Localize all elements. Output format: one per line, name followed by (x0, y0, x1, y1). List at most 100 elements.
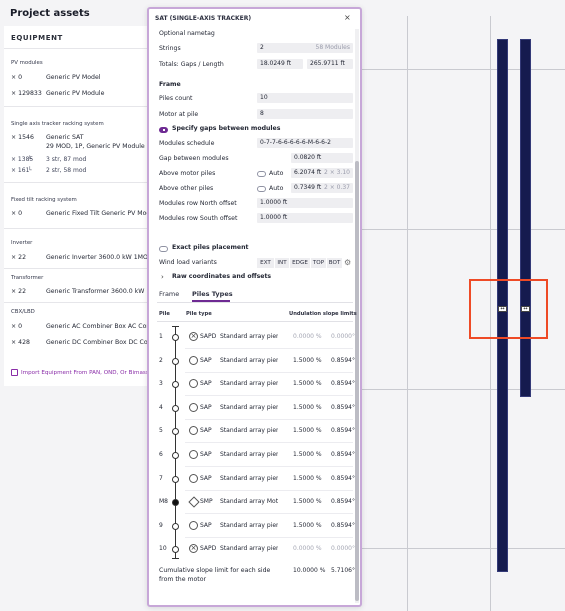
pile-number: 10 (159, 545, 167, 552)
slope-degrees[interactable]: 0.8594° (331, 380, 355, 387)
above-motor-auto-toggle[interactable] (257, 171, 266, 177)
gap-between-modules-input[interactable]: 0.0820 ft (291, 153, 353, 163)
pile-type-icon[interactable] (189, 379, 198, 388)
pile-type-name[interactable]: Standard array pier Da (220, 333, 278, 340)
pile-type-icon[interactable] (189, 403, 198, 412)
slope-percent[interactable]: 1.5000 % (293, 475, 322, 482)
list-item[interactable]: × 129833 Generic PV Module (11, 90, 104, 97)
pile-type-icon[interactable] (189, 521, 198, 530)
motor-pile-marker[interactable] (172, 499, 179, 506)
pile-type-name[interactable]: Standard array pier (220, 404, 278, 411)
pile-type-icon[interactable] (189, 356, 198, 365)
pile-marker[interactable] (172, 381, 179, 388)
motor-pile-type-icon[interactable] (189, 497, 198, 506)
scrollbar-thumb[interactable] (355, 161, 359, 601)
pile-marker[interactable] (172, 546, 179, 553)
pile-type-name[interactable]: Standard array pier (220, 427, 278, 434)
slope-degrees[interactable]: 0.0000° (331, 545, 355, 552)
north-offset-input[interactable]: 1.0000 ft (257, 198, 353, 208)
damper-pile-type-icon[interactable]: × (189, 332, 198, 341)
slope-percent[interactable]: 1.5000 % (293, 427, 322, 434)
pile-marker[interactable] (172, 358, 179, 365)
slope-percent[interactable]: 1.5000 % (293, 498, 322, 505)
list-item[interactable]: × 0 Generic PV Model (11, 74, 100, 81)
pile-type-name[interactable]: Standard array Motor p (220, 498, 278, 505)
slope-degrees[interactable]: 0.8594° (331, 427, 355, 434)
exact-piles-toggle[interactable] (159, 246, 168, 252)
slope-degrees[interactable]: 0.8594° (331, 357, 355, 364)
slope-degrees[interactable]: 0.8594° (331, 522, 355, 529)
pile-marker[interactable] (172, 476, 179, 483)
slope-percent[interactable]: 1.5000 % (293, 380, 322, 387)
divider (4, 302, 154, 303)
gear-icon[interactable]: ⚙ (344, 258, 351, 267)
pile-type-name[interactable]: Standard array pier (220, 475, 278, 482)
optional-nametag-label[interactable]: Optional nametag (159, 30, 215, 37)
list-item[interactable]: × 22 Generic Transformer 3600.0 kW (11, 288, 144, 295)
above-other-input[interactable]: 0.7349 ft 2 × 0.37 (291, 183, 353, 193)
pile-marker[interactable] (172, 523, 179, 530)
layout-canvas[interactable]: ↔ ↔ (355, 0, 565, 611)
wind-bot-option[interactable]: BOT (327, 258, 342, 268)
slope-percent[interactable]: 0.0000 % (293, 545, 322, 552)
divider (4, 268, 154, 269)
strings-input[interactable]: 2 58 Modules (257, 43, 353, 53)
wind-edge-option[interactable]: EDGE (290, 258, 310, 268)
import-equipment-link[interactable]: Import Equipment From PAN, OND, Or Bimas… (11, 369, 152, 376)
slope-percent[interactable]: 1.5000 % (293, 357, 322, 364)
wind-top-option[interactable]: TOP (311, 258, 326, 268)
above-other-auto-toggle[interactable] (257, 186, 266, 192)
pile-type-name[interactable]: Standard array pier (220, 380, 278, 387)
wind-ext-option[interactable]: EXT (257, 258, 274, 268)
slope-percent[interactable]: 0.0000 % (293, 333, 322, 340)
motor-at-pile-input[interactable]: 8 (257, 109, 353, 119)
tracker-row[interactable] (520, 39, 531, 397)
modules-schedule-input[interactable]: 0-7-7-6-6-6-6-6-M-6-6-2 (257, 138, 353, 148)
above-other-label: Above other piles (159, 185, 214, 192)
south-offset-input[interactable]: 1.0000 ft (257, 213, 353, 223)
pile-type-name[interactable]: Standard array pier Da (220, 357, 278, 364)
pile-marker[interactable] (172, 405, 179, 412)
chevron-right-icon[interactable]: › (161, 273, 164, 281)
sub-item[interactable]: × 161 └ 2 str, 58 mod (11, 167, 86, 174)
list-item[interactable]: × 0 Generic Fixed Tilt Generic PV Mod (11, 210, 150, 217)
slope-degrees[interactable]: 0.0000° (331, 333, 355, 340)
tab-piles-types[interactable]: Piles Types (192, 290, 233, 298)
above-motor-input[interactable]: 6.2074 ft 2 × 3.10 (291, 168, 353, 178)
close-icon[interactable]: × (344, 13, 351, 22)
item-name: Generic Fixed Tilt Generic PV Mod (46, 210, 151, 217)
list-item-description: 29 MOD, 1P, Generic PV Module (11, 143, 145, 150)
raw-coordinates-expander[interactable]: Raw coordinates and offsets (172, 273, 271, 280)
quantity: × 22 (11, 288, 27, 295)
row-divider (185, 348, 353, 349)
pile-number: 2 (159, 357, 163, 364)
list-item[interactable]: × 22 Generic Inverter 3600.0 kW 1MOD (11, 254, 153, 261)
slope-percent[interactable]: 1.5000 % (293, 522, 322, 529)
pile-marker[interactable] (172, 334, 179, 341)
pile-type-name[interactable]: Standard array pier (220, 522, 278, 529)
pile-type-name[interactable]: Standard array pier (220, 451, 278, 458)
slope-degrees[interactable]: 0.8594° (331, 451, 355, 458)
pile-marker[interactable] (172, 428, 179, 435)
row-divider (185, 537, 353, 538)
slope-degrees[interactable]: 0.8594° (331, 404, 355, 411)
damper-pile-type-icon[interactable]: × (189, 544, 198, 553)
tab-frame[interactable]: Frame (159, 290, 179, 298)
slope-percent[interactable]: 1.5000 % (293, 404, 322, 411)
slope-percent[interactable]: 1.5000 % (293, 451, 322, 458)
pile-marker[interactable] (172, 452, 179, 459)
totals-length-field: 265.9711 ft (307, 59, 353, 69)
pile-type-icon[interactable] (189, 474, 198, 483)
specify-gaps-toggle[interactable] (159, 127, 168, 133)
list-item[interactable]: × 0 Generic AC Combiner Box AC Com (11, 323, 152, 330)
wind-int-option[interactable]: INT (275, 258, 289, 268)
slope-degrees[interactable]: 0.8594° (331, 475, 355, 482)
pile-type-name[interactable]: Standard array pier Da (220, 545, 278, 552)
list-item[interactable]: × 428 Generic DC Combiner Box DC Comb (11, 339, 158, 346)
sub-item[interactable]: × 1385 └ 3 str, 87 mod (11, 156, 86, 163)
pile-type-icon[interactable] (189, 426, 198, 435)
slope-degrees[interactable]: 0.8594° (331, 498, 355, 505)
pile-type-icon[interactable] (189, 450, 198, 459)
piles-count-input[interactable]: 10 (257, 93, 353, 103)
list-item[interactable]: × 1546 Generic SAT (11, 134, 84, 141)
